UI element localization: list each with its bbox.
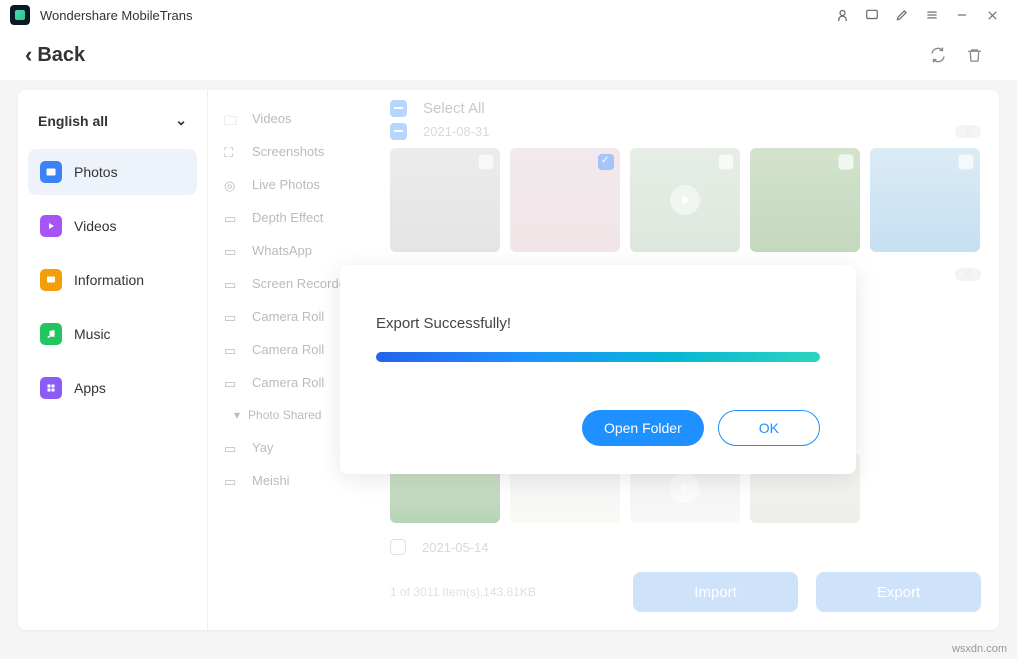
folder-item[interactable]: 🗀Videos — [216, 102, 370, 135]
import-button[interactable]: Import — [633, 572, 798, 612]
folder-icon: ▭ — [224, 310, 242, 324]
modal-title: Export Successfully! — [376, 315, 820, 332]
back-label: Back — [37, 44, 85, 67]
folder-item[interactable]: ◎Live Photos — [216, 168, 370, 201]
nav-label: Music — [74, 326, 111, 342]
apps-icon — [40, 377, 62, 399]
photo-thumbnail[interactable] — [390, 148, 500, 252]
photo-thumbnail[interactable] — [750, 148, 860, 252]
export-success-modal: Export Successfully! Open Folder OK — [340, 265, 856, 474]
nav-item-videos[interactable]: Videos — [28, 203, 197, 249]
left-nav: English all ⌄ Photos Videos Information … — [18, 90, 208, 630]
thumb-checkbox[interactable] — [598, 154, 614, 170]
ok-button[interactable]: OK — [718, 410, 820, 446]
folder-icon: ▭ — [224, 474, 242, 488]
thumb-checkbox[interactable] — [478, 154, 494, 170]
folder-icon: ◎ — [224, 178, 242, 192]
thumb-checkbox[interactable] — [958, 154, 974, 170]
folder-icon: ▭ — [224, 376, 242, 390]
watermark: wsxdn.com — [952, 643, 1007, 655]
menu-icon[interactable] — [917, 0, 947, 30]
folder-icon: 🗀 — [224, 112, 242, 126]
nav-item-apps[interactable]: Apps — [28, 365, 197, 411]
group-date: 2021-05-14 — [422, 540, 489, 555]
folder-item[interactable]: ⛶Screenshots — [216, 135, 370, 168]
group-checkbox[interactable] — [390, 539, 406, 555]
trash-icon[interactable] — [956, 37, 992, 73]
feedback-icon[interactable] — [857, 0, 887, 30]
nav-label: Apps — [74, 380, 106, 396]
account-icon[interactable] — [827, 0, 857, 30]
folder-icon: ⛶ — [224, 145, 242, 159]
play-icon — [670, 185, 700, 215]
group-checkbox[interactable] — [390, 123, 407, 140]
folder-icon: ▭ — [224, 343, 242, 357]
status-text: 1 of 3011 Item(s),143.81KB — [390, 585, 536, 599]
export-button[interactable]: Export — [816, 572, 981, 612]
folder-icon: ▭ — [224, 441, 242, 455]
group-count: 5 — [955, 125, 981, 138]
open-folder-button[interactable]: Open Folder — [582, 410, 704, 446]
caret-down-icon: ▾ — [234, 408, 240, 422]
back-button[interactable]: ‹ Back — [25, 42, 85, 68]
app-logo — [10, 5, 30, 25]
folder-item[interactable]: ▭WhatsApp — [216, 234, 370, 267]
photo-thumbnail[interactable] — [510, 148, 620, 252]
minimize-icon[interactable] — [947, 0, 977, 30]
group-count: 0 — [955, 268, 981, 281]
folder-icon: ▭ — [224, 277, 242, 291]
nav-item-photos[interactable]: Photos — [28, 149, 197, 195]
select-all-checkbox[interactable] — [390, 100, 407, 117]
play-icon — [670, 473, 700, 503]
language-dropdown[interactable]: English all ⌄ — [28, 100, 197, 141]
title-bar: Wondershare MobileTrans — [0, 0, 1017, 30]
nav-item-music[interactable]: Music — [28, 311, 197, 357]
thumbnail-grid — [390, 148, 981, 252]
progress-bar — [376, 352, 820, 362]
folder-icon: ▭ — [224, 244, 242, 258]
app-title: Wondershare MobileTrans — [40, 8, 192, 23]
music-icon — [40, 323, 62, 345]
dropdown-label: English all — [38, 113, 108, 129]
edit-icon[interactable] — [887, 0, 917, 30]
video-thumbnail[interactable] — [630, 148, 740, 252]
nav-label: Information — [74, 272, 144, 288]
select-all-label: Select All — [423, 100, 485, 117]
group-date: 2021-08-31 — [423, 124, 490, 139]
chevron-left-icon: ‹ — [25, 42, 32, 68]
thumb-checkbox[interactable] — [838, 154, 854, 170]
nav-label: Photos — [74, 164, 118, 180]
thumb-checkbox[interactable] — [718, 154, 734, 170]
nav-item-information[interactable]: Information — [28, 257, 197, 303]
photos-icon — [40, 161, 62, 183]
nav-label: Videos — [74, 218, 117, 234]
information-icon — [40, 269, 62, 291]
folder-icon: ▭ — [224, 211, 242, 225]
photo-thumbnail[interactable] — [870, 148, 980, 252]
back-bar: ‹ Back — [0, 30, 1017, 80]
refresh-icon[interactable] — [920, 37, 956, 73]
close-icon[interactable] — [977, 0, 1007, 30]
videos-icon — [40, 215, 62, 237]
footer-row: 1 of 3011 Item(s),143.81KB Import Export — [390, 566, 981, 618]
folder-item[interactable]: ▭Depth Effect — [216, 201, 370, 234]
chevron-down-icon: ⌄ — [175, 112, 187, 129]
